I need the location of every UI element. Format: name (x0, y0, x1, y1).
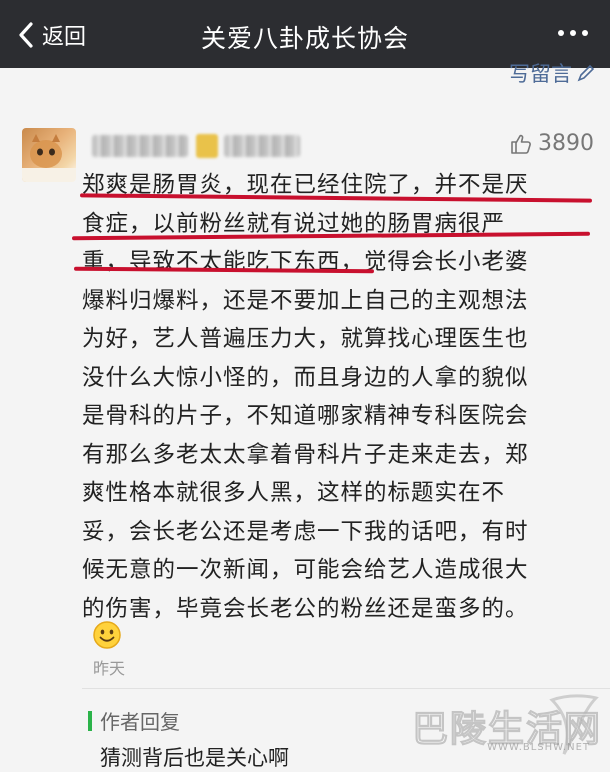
comment-line: 有那么多老太太拿着骨科片子走来走去，郑 (82, 441, 529, 468)
smiley-icon (92, 620, 122, 654)
thumbs-up-icon (511, 134, 531, 154)
comment-line: 重，导致不太能吃下东西，觉得会长小老婆 (82, 249, 529, 275)
author-name-blurred (92, 135, 188, 157)
author-name-blurred-2 (224, 135, 300, 157)
comment-line: 妥，会长老公还是考虑一下我的话吧，有时 (82, 518, 529, 545)
comment-line: 候无意的一次新闻，可能会给艺人造成很大 (82, 557, 529, 583)
write-comment-link[interactable]: 写留言 (509, 58, 596, 88)
divider (82, 688, 610, 689)
reply-accent-bar (88, 711, 92, 731)
like-button[interactable]: 3890 (510, 131, 594, 156)
comment-line: 爽性格本就很多人黑，这样的标题实在不 (82, 480, 506, 506)
avatar[interactable] (22, 128, 76, 182)
comment-time: 昨天 (93, 659, 126, 678)
write-comment-label: 写留言 (509, 62, 572, 86)
comment-line: 为好，艺人普遍压力大，就算找心理医生也 (82, 326, 529, 352)
reply-text: 猜测背后也是关心啊 (100, 746, 289, 770)
comment-line: 爆料归爆料，还是不要加上自己的主观想法 (82, 287, 529, 314)
watermark-url: WWW.BLSHW.NET (487, 742, 590, 753)
like-count: 3890 (538, 131, 594, 156)
more-dots-icon[interactable] (558, 30, 588, 36)
author-badge-blurred (196, 134, 218, 158)
reply-title: 作者回复 (100, 710, 180, 734)
pencil-icon (577, 64, 595, 82)
comment-line: 的伤害，毕竟会长老公的粉丝还是蛮多的。 (82, 595, 529, 622)
page-title: 关爱八卦成长协会 (200, 24, 409, 53)
comment-line: 是骨科的片子，不知道哪家精神专科医院会 (82, 403, 529, 429)
comment-line: 没什么大惊小怪的，而且身边的人拿的貌似 (82, 364, 529, 391)
